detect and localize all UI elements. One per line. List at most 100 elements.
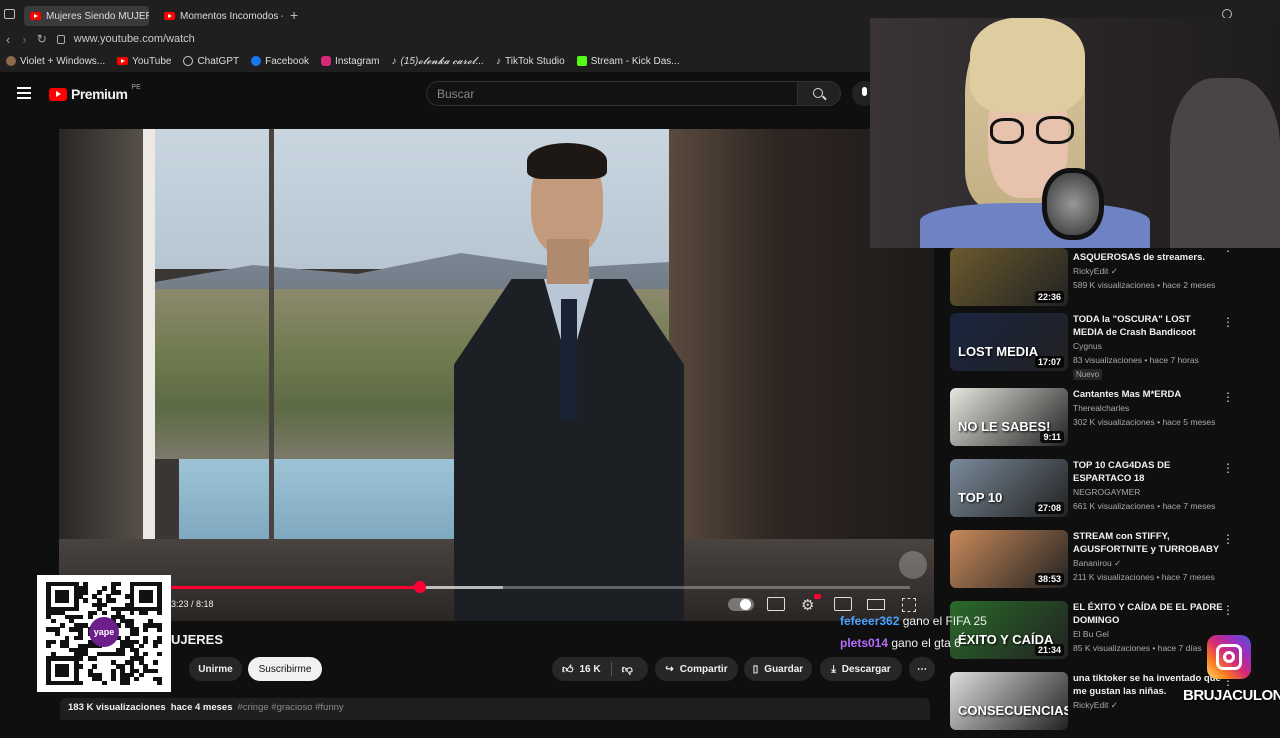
- progress-played: [170, 586, 421, 589]
- logo-country: PE: [131, 83, 141, 91]
- progress-scrubber[interactable]: [414, 581, 427, 593]
- thumbs-up-icon[interactable]: 👍︎: [562, 663, 574, 676]
- miniplayer-icon[interactable]: [834, 597, 852, 611]
- more-vertical-icon[interactable]: ⋮: [1222, 532, 1234, 546]
- verified-check-icon: ✓: [1108, 266, 1118, 276]
- instagram-icon: [321, 56, 332, 66]
- video-thumbnail[interactable]: ÉXITO Y CAÍDA 21:34: [950, 601, 1068, 659]
- forward-icon[interactable]: ›: [22, 32, 26, 47]
- tab-active[interactable]: Mujeres Siendo MUJERES: [24, 6, 149, 26]
- youtube-favicon-icon: [30, 12, 41, 20]
- channel-label: RickyEdit: [1073, 266, 1109, 276]
- channel-name[interactable]: NEGROGAYMER: [1073, 487, 1140, 497]
- video-thumbnail[interactable]: TOP 10 27:08: [950, 459, 1068, 517]
- video-thumbnail[interactable]: 22:36: [950, 248, 1068, 306]
- channel-name[interactable]: Bananirou ✓: [1073, 558, 1121, 569]
- more-vertical-icon[interactable]: ⋮: [1222, 461, 1234, 475]
- back-icon[interactable]: ‹: [6, 32, 10, 47]
- reload-icon[interactable]: ↻: [37, 32, 47, 46]
- bookmark-icon: ▯: [752, 663, 759, 675]
- share-button[interactable]: ↪ Compartir: [655, 657, 738, 681]
- video-meta: 302 K visualizaciones • hace 5 meses: [1073, 417, 1216, 427]
- video-title: UJERES: [171, 632, 224, 647]
- download-icon: ⤓: [831, 663, 836, 675]
- time-display: 3:23 / 8:18: [171, 599, 214, 609]
- violet-icon: [6, 56, 16, 66]
- video-player[interactable]: [59, 129, 934, 621]
- bookmark-youtube[interactable]: YouTube: [117, 56, 171, 67]
- autoplay-toggle[interactable]: [728, 598, 754, 611]
- channel-name[interactable]: RickyEdit ✓: [1073, 700, 1118, 711]
- channel-name[interactable]: Cygnus: [1073, 341, 1102, 351]
- bookmark-kick[interactable]: Stream - Kick Das...: [576, 56, 680, 67]
- channel-name[interactable]: Therealcharles: [1073, 403, 1129, 413]
- settings-gear-icon[interactable]: ⚙: [801, 596, 814, 614]
- recommendation-item[interactable]: TOP 10 27:08 TOP 10 CAG4DAS DE ESPARTACO 1…: [950, 459, 1250, 525]
- bookmark-tiktok-studio[interactable]: ♪ TikTok Studio: [496, 56, 565, 67]
- more-vertical-icon[interactable]: ⋮: [1222, 315, 1234, 329]
- search-button[interactable]: [797, 81, 841, 106]
- more-actions-button[interactable]: ⋯: [909, 657, 935, 681]
- search-input[interactable]: Buscar: [426, 81, 798, 106]
- recommendation-item[interactable]: CONSECUENCIAS una tiktoker se ha inventad…: [950, 672, 1250, 738]
- thumbs-down-icon[interactable]: 👎︎: [622, 663, 633, 676]
- like-dislike-group: 👍︎ 16 K 👎︎: [552, 657, 648, 681]
- video-meta: 85 K visualizaciones • hace 7 días: [1073, 643, 1202, 653]
- hamburger-menu-icon[interactable]: [17, 87, 31, 99]
- video-meta: 211 K visualizaciones • hace 7 meses: [1073, 572, 1215, 582]
- bookmark-violet[interactable]: Violet + Windows...: [6, 56, 105, 67]
- bookmark-chatgpt[interactable]: ChatGPT: [183, 56, 239, 67]
- more-horizontal-icon: ⋯: [917, 663, 927, 675]
- recommendation-item[interactable]: NO LE SABES! 9:11 Cantantes Mas M*ERDA Ther…: [950, 388, 1250, 454]
- video-thumbnail[interactable]: NO LE SABES! 9:11: [950, 388, 1068, 446]
- recommendation-title[interactable]: Cantantes Mas M*ERDA: [1073, 388, 1223, 401]
- bookmark-facebook[interactable]: Facebook: [251, 56, 309, 67]
- new-badge: Nuevo: [1073, 369, 1103, 380]
- more-vertical-icon[interactable]: ⋮: [1222, 603, 1234, 617]
- duration-badge: 9:11: [1040, 431, 1064, 443]
- bookmark-label: YouTube: [132, 55, 172, 67]
- like-count[interactable]: 16 K: [580, 664, 601, 675]
- video-thumbnail[interactable]: CONSECUENCIAS: [950, 672, 1068, 730]
- video-stats: 183 K visualizaciones hace 4 meses #crin…: [68, 702, 344, 713]
- recommendation-item[interactable]: 38:53 STREAM con STIFFY, AGUSFORTNITE y T…: [950, 530, 1250, 596]
- yape-logo-icon: yape: [89, 617, 119, 647]
- save-button[interactable]: ▯ Guardar: [744, 657, 812, 681]
- url-text[interactable]: www.youtube.com/watch: [74, 33, 195, 45]
- fullscreen-icon[interactable]: [902, 598, 916, 612]
- captions-icon[interactable]: [767, 597, 785, 611]
- youtube-premium-logo[interactable]: Premium PE: [49, 83, 141, 102]
- recommendation-item[interactable]: LOST MEDIA 17:07 TODA la "OSCURA" LOST MED…: [950, 313, 1250, 380]
- chat-text: gano el gta 6: [891, 636, 961, 650]
- recommendation-title[interactable]: TOP 10 CAG4DAS DE ESPARTACO 18: [1073, 459, 1223, 485]
- youtube-favicon-icon: [164, 12, 175, 20]
- channel-name[interactable]: RickyEdit ✓: [1073, 266, 1118, 277]
- tiktok-icon: ♪: [496, 55, 502, 67]
- recommendation-title[interactable]: TODA la "OSCURA" LOST MEDIA de Crash Ban…: [1073, 313, 1223, 339]
- theater-mode-icon[interactable]: [867, 599, 885, 610]
- lock-icon[interactable]: [56, 34, 65, 44]
- bookmark-label: Violet + Windows...: [20, 55, 106, 67]
- bookmark-label: Instagram: [335, 55, 380, 67]
- recommendation-title[interactable]: EL ÉXITO Y CAÍDA DE EL PADRE DOMINGO: [1073, 601, 1223, 627]
- tab-list-icon[interactable]: [4, 9, 15, 19]
- bookmark-instagram[interactable]: Instagram: [321, 55, 380, 67]
- join-button[interactable]: Unirme: [189, 657, 242, 681]
- channel-name[interactable]: El Bu Gel: [1073, 629, 1109, 639]
- bookmark-tiktok-profile[interactable]: ♪ (15)𝓸𝓵𝓮𝓷𝓴𝓪 𝓬𝓪𝓻𝓸𝓵...: [392, 56, 485, 67]
- youtube-logo-icon: [49, 87, 67, 101]
- recommendation-item[interactable]: ÉXITO Y CAÍDA 21:34 EL ÉXITO Y CAÍDA DE EL…: [950, 601, 1250, 667]
- new-tab-button[interactable]: +: [290, 7, 298, 23]
- video-thumbnail[interactable]: 38:53: [950, 530, 1068, 588]
- channel-label: RickyEdit: [1073, 700, 1109, 710]
- hd-badge-icon: [814, 594, 821, 599]
- download-button[interactable]: ⤓ Descargar: [820, 657, 902, 681]
- recommendation-title[interactable]: STREAM con STIFFY, AGUSFORTNITE y TURROB…: [1073, 530, 1223, 556]
- subscribe-button[interactable]: Suscribirme: [248, 657, 322, 681]
- more-vertical-icon[interactable]: ⋮: [1222, 390, 1234, 404]
- duration-badge: 21:34: [1034, 644, 1064, 656]
- video-thumbnail[interactable]: LOST MEDIA 17:07: [950, 313, 1068, 371]
- tab-title: Mujeres Siendo MUJERES: [46, 10, 149, 22]
- tab-inactive[interactable]: Momentos Incomodos - Y: [158, 6, 283, 26]
- hashtags[interactable]: #cringe #gracioso #funny: [238, 702, 344, 713]
